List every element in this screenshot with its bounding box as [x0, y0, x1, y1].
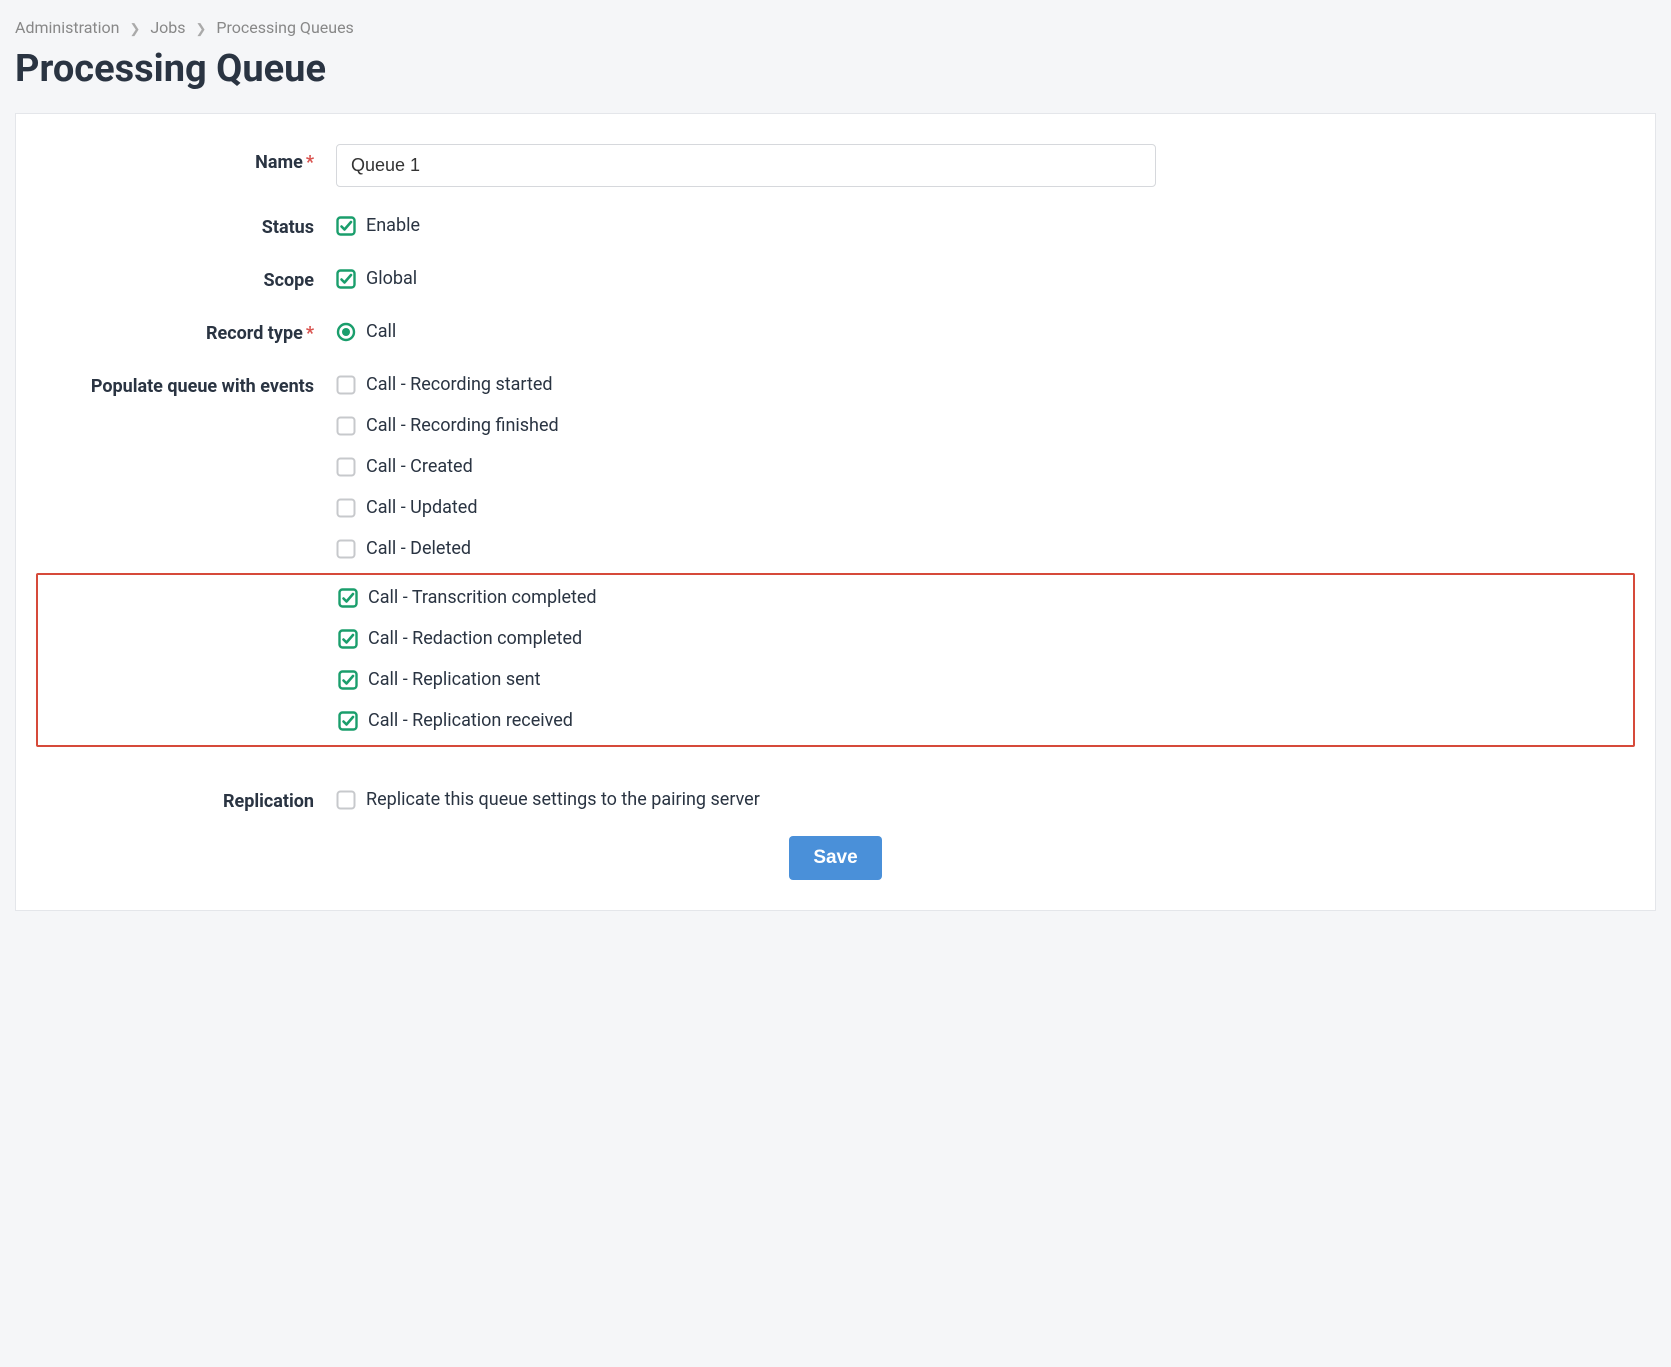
event-label: Call - Replication sent	[368, 669, 540, 690]
replication-label: Replication	[36, 783, 336, 812]
save-button[interactable]: Save	[789, 836, 881, 880]
checkbox-unchecked-icon	[336, 416, 356, 436]
scope-option-label: Global	[366, 268, 417, 289]
events-label: Populate queue with events	[36, 368, 336, 397]
status-option-label: Enable	[366, 215, 420, 236]
event-item: Call - Recording started	[336, 374, 1635, 395]
event-label: Call - Transcrition completed	[368, 587, 597, 608]
event-checkbox[interactable]	[336, 375, 356, 395]
checkbox-unchecked-icon	[336, 539, 356, 559]
checkbox-unchecked-icon	[336, 790, 356, 810]
checkbox-unchecked-icon	[336, 498, 356, 518]
status-label: Status	[36, 209, 336, 238]
scope-label: Scope	[36, 262, 336, 291]
event-checkbox[interactable]	[336, 539, 356, 559]
name-input[interactable]	[336, 144, 1156, 187]
checkbox-unchecked-icon	[336, 457, 356, 477]
event-item: Call - Replication sent	[338, 669, 1618, 690]
checkbox-checked-icon	[338, 588, 358, 608]
checkbox-checked-icon	[338, 711, 358, 731]
checkbox-unchecked-icon	[336, 375, 356, 395]
event-item: Call - Recording finished	[336, 415, 1635, 436]
event-label: Call - Updated	[366, 497, 477, 518]
breadcrumb-item-jobs[interactable]: Jobs	[150, 18, 185, 37]
event-item: Call - Redaction completed	[338, 628, 1618, 649]
event-item: Call - Replication received	[338, 710, 1618, 731]
event-item: Call - Transcrition completed	[338, 587, 1618, 608]
breadcrumb: Administration ❯ Jobs ❯ Processing Queue…	[15, 18, 1656, 37]
event-label: Call - Replication received	[368, 710, 573, 731]
event-checkbox[interactable]	[338, 670, 358, 690]
event-item: Call - Deleted	[336, 538, 1635, 559]
event-label: Call - Recording finished	[366, 415, 559, 436]
record-type-radio-call[interactable]	[336, 322, 356, 342]
event-checkbox[interactable]	[338, 711, 358, 731]
radio-selected-icon	[336, 322, 356, 342]
events-list: Call - Recording started Call - Recordin…	[336, 368, 1635, 761]
breadcrumb-item-processing-queues[interactable]: Processing Queues	[216, 18, 353, 37]
checkbox-checked-icon	[338, 629, 358, 649]
chevron-right-icon: ❯	[196, 22, 207, 37]
checkbox-checked-icon	[336, 216, 356, 236]
name-label: Name*	[36, 144, 336, 173]
event-checkbox[interactable]	[336, 416, 356, 436]
event-label: Call - Deleted	[366, 538, 471, 559]
event-label: Call - Created	[366, 456, 473, 477]
breadcrumb-item-administration[interactable]: Administration	[15, 18, 120, 37]
event-label: Call - Recording started	[366, 374, 553, 395]
checkbox-checked-icon	[336, 269, 356, 289]
event-checkbox[interactable]	[338, 588, 358, 608]
event-item: Call - Updated	[336, 497, 1635, 518]
chevron-right-icon: ❯	[129, 22, 140, 37]
event-checkbox[interactable]	[338, 629, 358, 649]
scope-checkbox[interactable]	[336, 269, 356, 289]
event-checkbox[interactable]	[336, 457, 356, 477]
replication-option-label: Replicate this queue settings to the pai…	[366, 789, 760, 810]
checkbox-checked-icon	[338, 670, 358, 690]
page-title: Processing Queue	[15, 47, 1656, 91]
event-item: Call - Created	[336, 456, 1635, 477]
event-label: Call - Redaction completed	[368, 628, 582, 649]
form-panel: Name* Status Enable Scope	[15, 113, 1656, 911]
status-checkbox[interactable]	[336, 216, 356, 236]
record-type-option-label: Call	[366, 321, 396, 342]
highlighted-events-box: Call - Transcrition completed Call - Red…	[36, 573, 1635, 747]
replication-checkbox[interactable]	[336, 790, 356, 810]
record-type-label: Record type*	[36, 315, 336, 344]
event-checkbox[interactable]	[336, 498, 356, 518]
